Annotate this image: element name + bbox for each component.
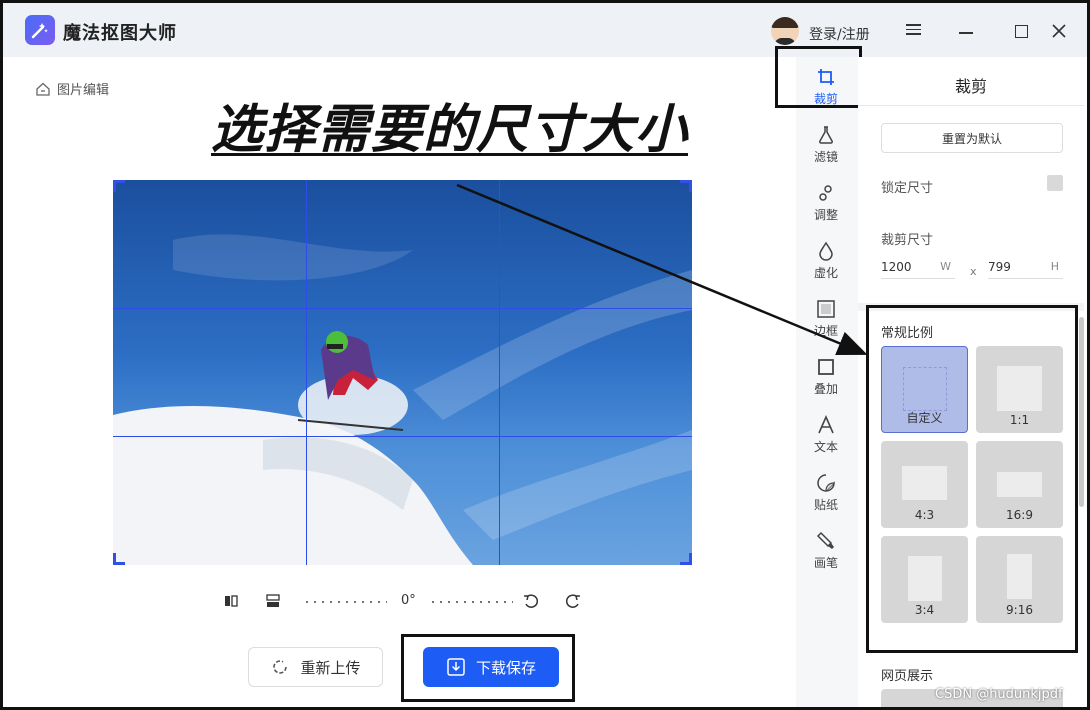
tool-label: 滤镜 [813,150,838,164]
crop-size-label: 裁剪尺寸 [881,233,934,248]
web-display-label: 网页展示 [881,669,934,684]
crop-handle-bottom-right[interactable] [680,553,692,565]
flip-vertical-icon[interactable] [265,593,281,609]
home-icon [36,82,50,96]
brush-icon [816,531,834,549]
height-input[interactable]: 799 H [988,255,1063,279]
angle-slider-right[interactable] [429,601,513,603]
divider [858,105,1084,106]
crop-handle-bottom-left[interactable] [113,553,125,565]
reupload-button[interactable]: 重新上传 [248,647,383,687]
crop-grid-line [499,180,500,565]
annotation-headline: 选择需要的尺寸大小 [211,99,689,160]
blur-drop-icon [819,241,833,261]
tool-blur[interactable]: 虚化 [796,235,856,287]
width-unit: W [940,260,951,273]
width-input[interactable]: 1200 W [881,255,955,279]
crop-handle-top-right[interactable] [680,180,692,192]
tool-brush[interactable]: 画笔 [796,525,856,577]
highlight-box-download [401,634,575,702]
login-register-link[interactable]: 登录/注册 [809,24,870,44]
tool-label: 虚化 [813,266,838,280]
rotate-left-icon[interactable] [523,593,539,609]
refresh-icon [273,660,288,674]
skier-photo [113,234,692,565]
tool-label: 调整 [813,208,838,222]
tool-column: 裁剪 滤镜 调整 虚化 边框 叠加 文本 贴纸 画笔 [796,57,858,707]
crop-grid-line [306,180,307,565]
sticker-icon [817,474,835,492]
reupload-label: 重新上传 [300,658,361,677]
tool-adjust[interactable]: 调整 [796,177,856,229]
height-unit: H [1050,260,1059,273]
angle-slider-left[interactable] [303,601,387,603]
tool-label: 画笔 [813,556,838,570]
tool-sticker[interactable]: 贴纸 [796,467,856,519]
app-window: 魔法抠图大师 登录/注册 图片编辑 选择需要的尺寸大小 0° 重新上传 下载保存… [0,0,1090,710]
crop-handle-top-left[interactable] [113,180,125,192]
panel-title: 裁剪 [954,77,987,96]
title-bar: 魔法抠图大师 登录/注册 [3,3,1087,57]
reset-default-button[interactable]: 重置为默认 [881,123,1063,153]
highlight-box-crop [775,46,862,108]
back-label: 图片编辑 [57,83,110,98]
tool-label: 文本 [813,440,838,454]
panel-scrollbar[interactable] [1079,317,1084,507]
overlay-square-icon [818,359,834,375]
adjust-sliders-icon [819,185,832,201]
rotate-right-icon[interactable] [565,593,581,609]
tool-overlay[interactable]: 叠加 [796,351,856,403]
filter-flask-icon [819,126,833,144]
close-icon[interactable] [1051,23,1069,41]
tool-label: 边框 [813,324,838,338]
app-title: 魔法抠图大师 [63,23,177,44]
tool-text[interactable]: 文本 [796,409,856,461]
app-logo-icon [25,15,55,45]
user-avatar[interactable] [771,17,799,45]
highlight-box-ratios [866,305,1078,653]
rotation-toolbar: 0° [223,591,593,613]
menu-icon[interactable] [905,21,923,39]
maximize-icon[interactable] [1015,25,1028,38]
dimension-times: x [970,265,977,278]
watermark: CSDN @hudunkjpdf [935,687,1063,702]
height-value: 799 [988,260,1011,274]
tool-border[interactable]: 边框 [796,293,856,345]
tool-filter[interactable]: 滤镜 [796,119,856,171]
text-a-icon [818,415,834,434]
back-to-image-edit[interactable]: 图片编辑 [35,79,109,98]
crop-grid-line [113,308,692,309]
lock-size-toggle[interactable] [1047,175,1063,191]
tool-label: 贴纸 [813,498,838,512]
lock-size-label: 锁定尺寸 [881,181,934,196]
minimize-icon[interactable] [959,32,973,34]
crop-grid-line [113,436,692,437]
flip-horizontal-icon[interactable] [223,593,239,609]
tool-label: 叠加 [813,382,838,396]
rotation-angle: 0° [401,593,416,608]
border-frame-icon [817,300,835,318]
crop-canvas[interactable] [113,180,692,565]
width-value: 1200 [881,260,912,274]
